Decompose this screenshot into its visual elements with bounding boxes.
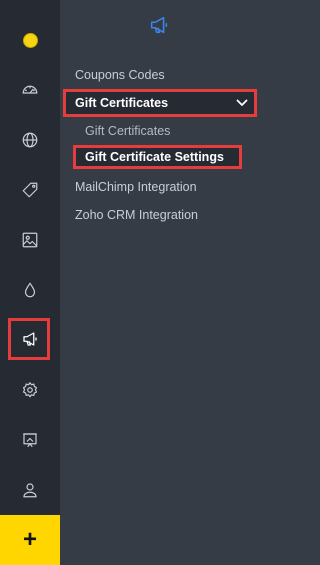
- drop-button[interactable]: [0, 265, 60, 315]
- menu-item-mailchimp-integration[interactable]: MailChimp Integration: [75, 180, 197, 194]
- globe-icon: [22, 132, 38, 148]
- tag-icon: [22, 182, 38, 198]
- tag-button[interactable]: [0, 165, 60, 215]
- icon-rail: +: [0, 0, 60, 565]
- speedometer-icon: [22, 85, 38, 94]
- image-icon: [22, 232, 38, 248]
- submenu-item-gift-certificates[interactable]: Gift Certificates: [85, 124, 170, 138]
- presentation-icon: [23, 433, 37, 448]
- user-icon: [23, 483, 37, 498]
- add-label: +: [22, 526, 37, 553]
- status-button[interactable]: [0, 15, 60, 65]
- menu-item-coupons-codes[interactable]: Coupons Codes: [75, 68, 165, 82]
- add-button[interactable]: +: [0, 515, 60, 565]
- submenu-item-gift-certificate-settings[interactable]: Gift Certificate Settings: [73, 145, 242, 169]
- settings-button[interactable]: [0, 365, 60, 415]
- gear-icon: [22, 381, 38, 398]
- status-dot-icon: [22, 32, 38, 48]
- marketing-highlight: [8, 318, 50, 360]
- drop-icon: [24, 282, 36, 298]
- presentation-button[interactable]: [0, 415, 60, 465]
- submenu-item-label: Gift Certificate Settings: [85, 150, 224, 164]
- image-button[interactable]: [0, 215, 60, 265]
- account-button[interactable]: [0, 465, 60, 515]
- globe-button[interactable]: [0, 115, 60, 165]
- dashboard-button[interactable]: [0, 65, 60, 115]
- chevron-down-icon: [236, 99, 248, 106]
- megaphone-icon: [150, 16, 168, 34]
- marketing-panel: Coupons Codes Gift Certificates Gift Cer…: [60, 0, 260, 565]
- menu-item-label: Gift Certificates: [75, 96, 169, 110]
- menu-item-zoho-crm-integration[interactable]: Zoho CRM Integration: [75, 208, 198, 222]
- menu-item-gift-certificates[interactable]: Gift Certificates: [63, 89, 257, 117]
